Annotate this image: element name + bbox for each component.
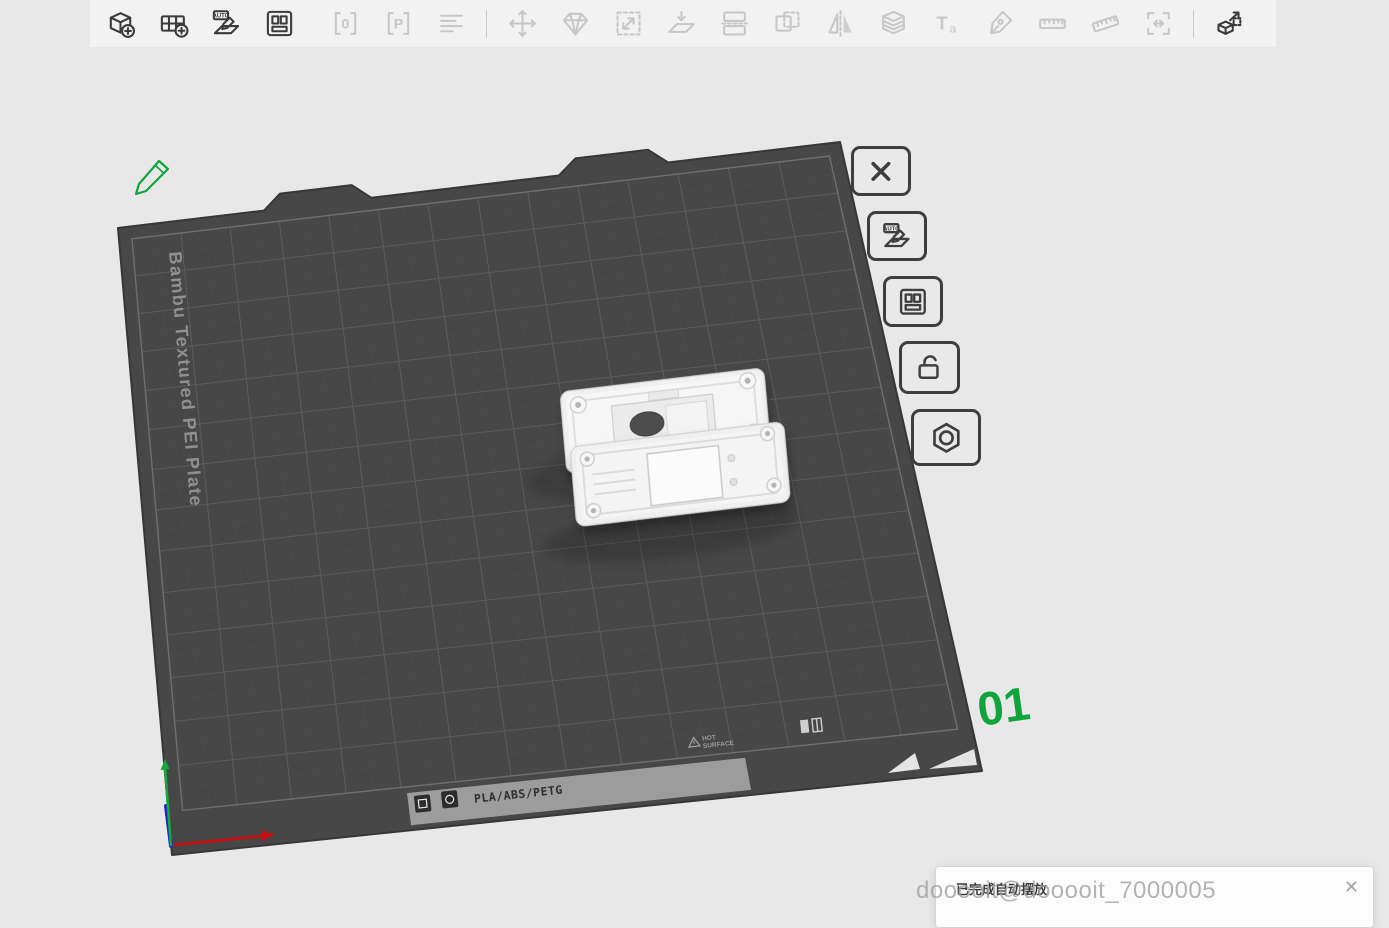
edit-plate-name-icon[interactable] <box>136 161 168 194</box>
explode-icon <box>1214 8 1245 39</box>
angle-ruler-icon <box>1090 8 1121 39</box>
plate-number-label[interactable]: 01 <box>974 676 1033 736</box>
close-icon <box>862 156 900 187</box>
flatten-icon <box>666 8 697 39</box>
assembly-icon <box>1143 8 1174 39</box>
layer-height-button[interactable] <box>875 6 911 42</box>
paint-icon <box>984 8 1015 39</box>
plate-settings-button[interactable] <box>911 409 981 466</box>
layer-height-icon <box>878 8 909 39</box>
mirror-icon <box>825 8 856 39</box>
lock-plate-button[interactable] <box>899 341 960 394</box>
measure-angle-button[interactable] <box>1087 6 1123 42</box>
qr-logo-icon <box>441 790 459 809</box>
close-icon[interactable]: ✕ <box>1344 878 1359 896</box>
toast-notification: 已完成自动摆放 ✕ <box>935 866 1374 928</box>
scene-canvas: Bambu Textured PEI PlatePLA/ABS/PETGHOTS… <box>0 0 1389 922</box>
bambu-studio-window: AUTO 0 P Ta Bambu Textured PEI PlatePLA/ABS… <box>0 0 1389 922</box>
import-zero-button[interactable]: 0 <box>327 6 363 42</box>
toolbar-divider <box>1193 10 1194 38</box>
split-vertical-button[interactable] <box>769 6 805 42</box>
arrange-icon <box>894 286 932 318</box>
delete-plate-button[interactable] <box>851 146 911 196</box>
rotate-button[interactable] <box>557 6 593 42</box>
add-model-button[interactable] <box>102 6 138 42</box>
add-plate-icon <box>158 8 189 39</box>
scale-button[interactable] <box>610 6 646 42</box>
build-plate[interactable] <box>118 142 982 855</box>
explode-view-button[interactable] <box>1211 6 1247 42</box>
text-tool-button[interactable]: Ta <box>928 6 964 42</box>
svg-text:0: 0 <box>341 16 349 32</box>
toolbar-divider <box>486 10 487 38</box>
doc-zero-icon: 0 <box>330 8 361 39</box>
move-button[interactable] <box>504 6 540 42</box>
nut-icon <box>924 420 969 456</box>
auto-orient-button[interactable]: AUTO <box>208 6 244 42</box>
paint-button[interactable] <box>981 6 1017 42</box>
assembly-button[interactable] <box>1140 6 1176 42</box>
add-model-icon <box>105 8 136 39</box>
import-p-button[interactable]: P <box>380 6 416 42</box>
auto-orient-plate-button[interactable]: AUTO <box>867 211 927 261</box>
auto-orient-icon: AUTO <box>211 8 242 39</box>
list-lines-icon <box>436 8 467 39</box>
split-v-icon <box>772 8 803 39</box>
toast-message: 已完成自动摆放 <box>956 879 1047 898</box>
place-on-face-button[interactable] <box>663 6 699 42</box>
add-plate-button[interactable] <box>155 6 191 42</box>
top-toolbar: AUTO 0 P Ta <box>90 0 1276 47</box>
scale-icon <box>613 8 644 39</box>
move-icon <box>507 8 538 39</box>
bambu-logo-icon <box>414 794 432 813</box>
ruler-icon <box>1037 8 1068 39</box>
arrange-plate-button[interactable] <box>883 276 943 327</box>
svg-text:P: P <box>393 16 402 32</box>
svg-text:a: a <box>949 22 956 36</box>
mirror-button[interactable] <box>822 6 858 42</box>
doc-p-icon: P <box>383 8 414 39</box>
arrange-button[interactable] <box>261 6 297 42</box>
auto-orient-icon: AUTO <box>878 221 916 252</box>
viewport-3d[interactable]: Bambu Textured PEI PlatePLA/ABS/PETGHOTS… <box>0 0 1389 922</box>
split-h-icon <box>719 8 750 39</box>
svg-text:AUTO: AUTO <box>212 14 229 20</box>
text-tool-icon: Ta <box>931 8 962 39</box>
align-list-button[interactable] <box>433 6 469 42</box>
unlock-icon <box>910 351 949 384</box>
svg-text:T: T <box>936 13 947 33</box>
rotate-icon <box>560 8 591 39</box>
arrange-icon <box>264 8 295 39</box>
measure-button[interactable] <box>1034 6 1070 42</box>
split-horizontal-button[interactable] <box>716 6 752 42</box>
